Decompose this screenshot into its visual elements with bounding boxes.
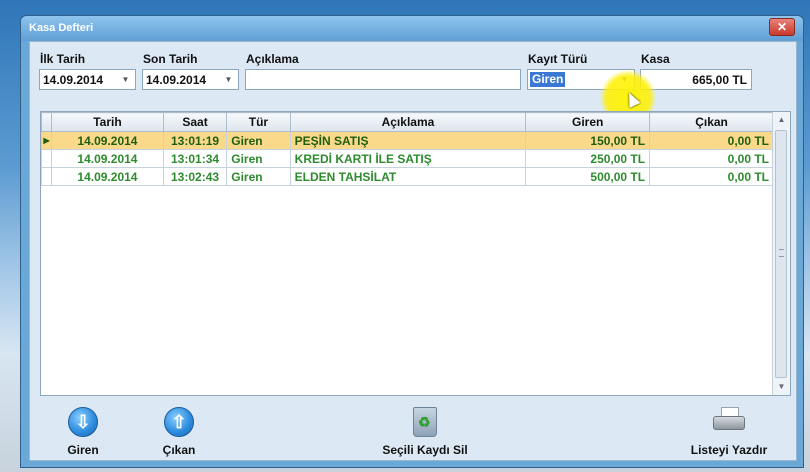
row-indicator-header	[41, 112, 53, 132]
cell-tarih: 14.09.2014	[51, 149, 164, 168]
cell-cikan: 0,00 TL	[649, 131, 774, 150]
giren-button[interactable]: ⇩ Giren	[50, 407, 116, 457]
title-bar[interactable]: Kasa Defteri ✕	[21, 16, 803, 41]
row-indicator-icon	[41, 167, 53, 186]
listeyi-yazdir-button[interactable]: Listeyi Yazdır	[674, 407, 784, 457]
cell-giren: 500,00 TL	[525, 167, 651, 186]
column-header-cikan[interactable]: Çıkan	[649, 112, 774, 132]
cell-tur: Giren	[226, 149, 291, 168]
cell-aciklama: PEŞİN SATIŞ	[289, 131, 527, 150]
cell-giren: 150,00 TL	[525, 131, 651, 150]
ilk-tarih-value: 14.09.2014	[43, 73, 104, 87]
cell-tur: Giren	[226, 131, 291, 150]
chevron-down-icon[interactable]: ▼	[221, 72, 236, 87]
cikan-button[interactable]: ⇧ Çıkan	[146, 407, 212, 457]
column-header-tur[interactable]: Tür	[226, 112, 291, 132]
kasa-field: 665,00 TL	[640, 69, 752, 90]
son-tarih-dropdown[interactable]: 14.09.2014 ▼	[142, 69, 239, 90]
window-title: Kasa Defteri	[29, 22, 94, 34]
scroll-down-icon[interactable]: ▼	[773, 379, 790, 395]
aciklama-input[interactable]	[245, 69, 521, 90]
table-row[interactable]: 14.09.2014 13:02:43 Giren ELDEN TAHSİLAT…	[41, 167, 774, 186]
arrow-down-circle-icon: ⇩	[68, 407, 98, 437]
row-indicator-icon	[41, 149, 53, 168]
cell-tur: Giren	[226, 167, 291, 186]
column-header-aciklama[interactable]: Açıklama	[289, 112, 527, 132]
kasa-grid[interactable]: Tarih Saat Tür Açıklama Giren Çıkan ▶ 14…	[40, 111, 791, 396]
son-tarih-label: Son Tarih	[143, 52, 198, 66]
column-header-giren[interactable]: Giren	[525, 112, 651, 132]
secili-kaydi-sil-label: Seçili Kaydı Sil	[382, 443, 468, 457]
listeyi-yazdir-label: Listeyi Yazdır	[690, 443, 768, 457]
cell-aciklama: KREDİ KARTI İLE SATIŞ	[289, 149, 527, 168]
cell-cikan: 0,00 TL	[649, 149, 774, 168]
ilk-tarih-label: İlk Tarih	[40, 52, 86, 66]
close-icon: ✕	[776, 20, 788, 34]
kayit-turu-value: Giren	[530, 72, 566, 87]
vertical-scrollbar[interactable]: ▲ ▼	[772, 112, 790, 395]
cell-tarih: 14.09.2014	[51, 167, 164, 186]
giren-button-label: Giren	[67, 443, 99, 457]
client-area: İlk Tarih Son Tarih Açıklama Kayıt Türü …	[29, 41, 797, 461]
cell-saat: 13:01:34	[162, 149, 228, 168]
row-indicator-icon: ▶	[41, 131, 53, 150]
chevron-down-icon[interactable]: ▼	[617, 72, 632, 87]
scroll-up-icon[interactable]: ▲	[773, 112, 790, 128]
cell-tarih: 14.09.2014	[51, 131, 164, 150]
table-row[interactable]: ▶ 14.09.2014 13:01:19 Giren PEŞİN SATIŞ …	[41, 131, 774, 150]
column-header-saat[interactable]: Saat	[162, 112, 228, 132]
secili-kaydi-sil-button[interactable]: ♻ Seçili Kaydı Sil	[370, 407, 480, 457]
kayit-turu-dropdown[interactable]: Giren ▼	[527, 69, 635, 90]
son-tarih-value: 14.09.2014	[146, 73, 207, 87]
table-row[interactable]: 14.09.2014 13:01:34 Giren KREDİ KARTI İL…	[41, 149, 774, 168]
cikan-button-label: Çıkan	[162, 443, 196, 457]
printer-icon	[713, 407, 745, 435]
kasa-defteri-window: Kasa Defteri ✕ İlk Tarih Son Tarih Açıkl…	[20, 15, 804, 468]
cell-saat: 13:02:43	[162, 167, 228, 186]
kayit-turu-label: Kayıt Türü	[528, 52, 588, 66]
close-button[interactable]: ✕	[769, 18, 795, 36]
table-header-row: Tarih Saat Tür Açıklama Giren Çıkan	[41, 112, 774, 132]
chevron-down-icon[interactable]: ▼	[118, 72, 133, 87]
kasa-table: Tarih Saat Tür Açıklama Giren Çıkan ▶ 14…	[41, 112, 774, 186]
cell-aciklama: ELDEN TAHSİLAT	[289, 167, 527, 186]
aciklama-label: Açıklama	[246, 52, 299, 66]
cell-cikan: 0,00 TL	[649, 167, 774, 186]
arrow-up-circle-icon: ⇧	[164, 407, 194, 437]
kasa-value: 665,00 TL	[692, 73, 747, 87]
mouse-cursor-icon	[623, 90, 641, 108]
cell-saat: 13:01:19	[162, 131, 228, 150]
scrollbar-thumb[interactable]	[775, 130, 787, 378]
kasa-label: Kasa	[641, 52, 670, 66]
ilk-tarih-dropdown[interactable]: 14.09.2014 ▼	[39, 69, 136, 90]
cell-giren: 250,00 TL	[525, 149, 651, 168]
column-header-tarih[interactable]: Tarih	[51, 112, 164, 132]
recycle-bin-icon: ♻	[413, 407, 437, 437]
